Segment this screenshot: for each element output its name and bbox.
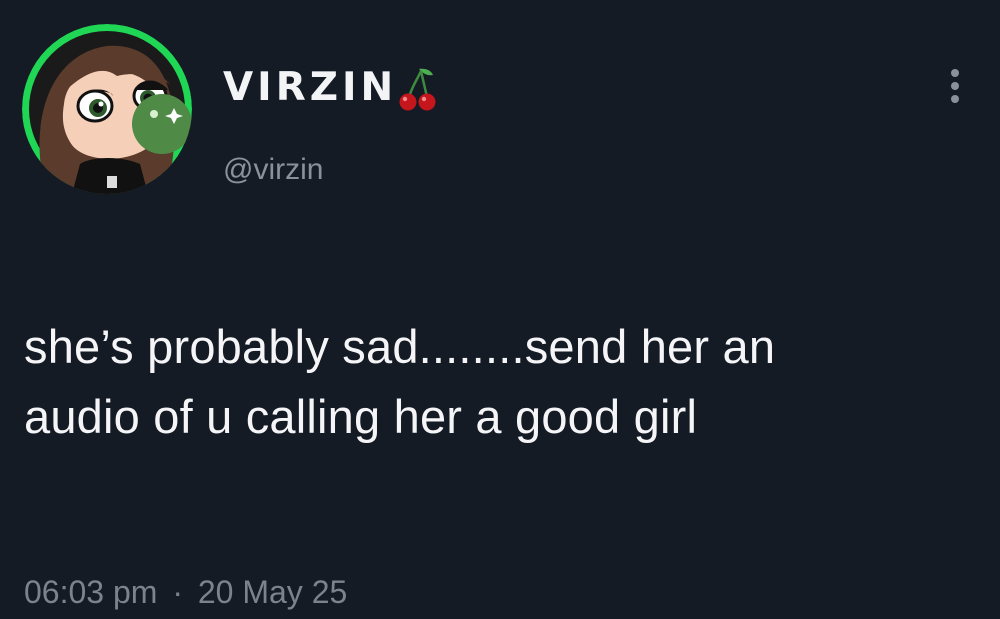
tweet-date: 20 May 25: [197, 574, 348, 610]
avatar[interactable]: [22, 24, 192, 194]
display-name[interactable]: VIRZIN: [223, 64, 397, 112]
tweet-text-line: audio of u calling her a good girl: [24, 390, 698, 443]
vertical-ellipsis-icon: [951, 69, 959, 77]
tweet-card: VIRZIN @virzin she’s probably sad.......…: [0, 0, 1000, 619]
tweet-text: she’s probably sad........send her an au…: [24, 312, 984, 452]
vertical-ellipsis-icon-dot: [951, 95, 959, 103]
author-handle[interactable]: @virzin: [223, 150, 323, 190]
tweet-timestamp[interactable]: 06:03 pm · 20 May 25: [24, 570, 347, 614]
cherry-icon: [399, 68, 436, 111]
meta-separator: ·: [172, 574, 183, 610]
cartoon-girl-avatar-icon: [22, 24, 192, 194]
more-options-button[interactable]: [938, 64, 972, 108]
vertical-ellipsis-icon-dot: [951, 82, 959, 90]
tweet-time: 06:03 pm: [24, 574, 158, 610]
tweet-text-line: she’s probably sad........send her an: [24, 320, 776, 373]
